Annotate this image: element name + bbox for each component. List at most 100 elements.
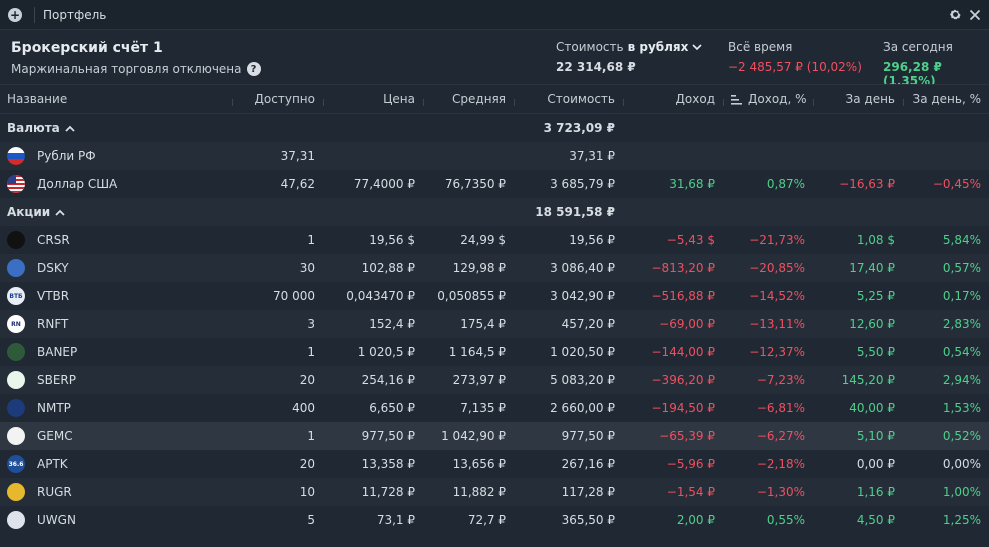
sort-icon: [731, 95, 742, 105]
col-income-pct[interactable]: Доход, %: [723, 92, 813, 106]
table-header: Название Доступно Цена Средняя Стоимость…: [0, 84, 989, 114]
group-row-stocks[interactable]: Акции 18 591,58 ₽: [0, 198, 989, 226]
gear-icon[interactable]: [947, 7, 963, 23]
col-average[interactable]: Средняя: [423, 92, 514, 106]
cost-currency-select[interactable]: Стоимость в рублях: [556, 40, 702, 54]
instrument-name: Доллар США: [37, 177, 118, 191]
table-row[interactable]: BANEP 1 1 020,5 ₽ 1 164,5 ₽ 1 020,50 ₽ −144,0…: [0, 338, 989, 366]
col-day[interactable]: За день: [813, 92, 903, 106]
available-value: 20: [299, 457, 315, 471]
col-name[interactable]: Название: [0, 92, 232, 106]
available-value: 3: [307, 317, 315, 331]
average-value: 24,99 $: [460, 233, 506, 247]
price-value: 0,043470 ₽: [346, 289, 415, 303]
table-row[interactable]: RN RNFT 3 152,4 ₽ 175,4 ₽ 457,20 ₽ −69,00 ₽ −13…: [0, 310, 989, 338]
group-label: Акции: [0, 205, 232, 219]
average-value: 7,135 ₽: [460, 401, 506, 415]
table-row[interactable]: RUGR 10 11,728 ₽ 11,882 ₽ 117,28 ₽ −1,54 ₽ −1,…: [0, 478, 989, 506]
income-pct-value: −7,23%: [756, 373, 805, 387]
table-row[interactable]: GEMC 1 977,50 ₽ 1 042,90 ₽ 977,50 ₽ −65,39 ₽ −…: [0, 422, 989, 450]
widget-title: Портфель: [43, 7, 107, 22]
group-row-currency[interactable]: Валюта 3 723,09 ₽: [0, 114, 989, 142]
rugr-logo-icon: [7, 483, 25, 501]
cost-value: 3 042,90 ₽: [550, 289, 615, 303]
income-value: −5,96 ₽: [666, 457, 715, 471]
income-pct-value: −14,52%: [749, 289, 805, 303]
available-value: 47,62: [280, 177, 315, 191]
average-value: 72,7 ₽: [467, 513, 506, 527]
us-flag-icon: [7, 175, 25, 193]
col-available[interactable]: Доступно: [232, 92, 323, 106]
group-label-text: Акции: [7, 205, 51, 219]
table-row[interactable]: Доллар США 47,62 77,4000 ₽ 76,7350 ₽ 3 6…: [0, 170, 989, 198]
cost-value: 117,28 ₽: [561, 485, 615, 499]
cost-value: 1 020,50 ₽: [550, 345, 615, 359]
table-row[interactable]: ВТБ VTBR 70 000 0,043470 ₽ 0,050855 ₽ 3 042,9…: [0, 282, 989, 310]
table-row[interactable]: SBERP 20 254,16 ₽ 273,97 ₽ 5 083,20 ₽ −396,20…: [0, 366, 989, 394]
cost-value: 5 083,20 ₽: [550, 373, 615, 387]
day-value: 5,50 ₽: [856, 345, 895, 359]
positions-table: Название Доступно Цена Средняя Стоимость…: [0, 84, 989, 534]
cost-value: 977,50 ₽: [561, 429, 615, 443]
col-cost[interactable]: Стоимость: [514, 92, 623, 106]
available-value: 70 000: [273, 289, 315, 303]
instrument-name: GEMC: [37, 429, 73, 443]
income-value: 31,68 ₽: [669, 177, 715, 191]
day-value: 5,10 ₽: [856, 429, 895, 443]
dsky-logo-icon: [7, 259, 25, 277]
account-name[interactable]: Брокерский счёт 1: [11, 40, 163, 56]
average-value: 175,4 ₽: [460, 317, 506, 331]
group-label: Валюта: [0, 121, 232, 135]
margin-status-text: Маржинальная торговля отключена: [11, 62, 242, 76]
income-pct-value: −12,37%: [749, 345, 805, 359]
col-day-pct[interactable]: За день, %: [903, 92, 989, 106]
cost-value: 22 314,68 ₽: [556, 60, 636, 74]
income-pct-value: −2,18%: [756, 457, 805, 471]
day-value: 17,40 ₽: [849, 261, 895, 275]
instrument-name: DSKY: [37, 261, 69, 275]
price-value: 1 020,5 ₽: [357, 345, 415, 359]
day-value: 12,60 ₽: [849, 317, 895, 331]
average-value: 0,050855 ₽: [437, 289, 506, 303]
day-value: 1,16 ₽: [856, 485, 895, 499]
today-label: За сегодня: [883, 40, 953, 54]
price-value: 73,1 ₽: [376, 513, 415, 527]
alltime-label: Всё время: [728, 40, 793, 54]
table-row[interactable]: UWGN 5 73,1 ₽ 72,7 ₽ 365,50 ₽ 2,00 ₽ 0,55% 4,50…: [0, 506, 989, 534]
day-value: 0,00 ₽: [856, 457, 895, 471]
table-row[interactable]: Рубли РФ 37,31 37,31 ₽: [0, 142, 989, 170]
price-value: 19,56 $: [369, 233, 415, 247]
help-icon[interactable]: ?: [246, 62, 261, 76]
instrument-name: CRSR: [37, 233, 70, 247]
income-pct-value: −6,27%: [756, 429, 805, 443]
table-row[interactable]: 36.6 APTK 20 13,358 ₽ 13,656 ₽ 267,16 ₽ −5,96 …: [0, 450, 989, 478]
table-row[interactable]: CRSR 1 19,56 $ 24,99 $ 19,56 ₽ −5,43 $ −21,73%…: [0, 226, 989, 254]
chevron-up-icon[interactable]: [65, 125, 75, 132]
cost-currency: в рублях: [627, 40, 689, 54]
day-value: 1,08 $: [856, 233, 895, 247]
cost-value: 457,20 ₽: [561, 317, 615, 331]
price-value: 13,358 ₽: [361, 457, 415, 471]
chevron-up-icon[interactable]: [55, 209, 65, 216]
average-value: 76,7350 ₽: [444, 177, 506, 191]
stock-rows: CRSR 1 19,56 $ 24,99 $ 19,56 ₽ −5,43 $ −21,73%…: [0, 226, 989, 534]
income-pct-value: −21,73%: [749, 233, 805, 247]
add-widget-icon[interactable]: +: [8, 7, 22, 22]
price-value: 102,88 ₽: [361, 261, 415, 275]
day-pct-value: 0,57%: [942, 261, 981, 275]
available-value: 5: [307, 513, 315, 527]
uwgn-logo-icon: [7, 511, 25, 529]
table-row[interactable]: DSKY 30 102,88 ₽ 129,98 ₽ 3 086,40 ₽ −813,20 …: [0, 254, 989, 282]
col-price[interactable]: Цена: [323, 92, 423, 106]
available-value: 20: [299, 373, 315, 387]
day-value: 145,20 ₽: [841, 373, 895, 387]
table-row[interactable]: NMTP 400 6,650 ₽ 7,135 ₽ 2 660,00 ₽ −194,50 ₽…: [0, 394, 989, 422]
income-value: −396,20 ₽: [651, 373, 716, 387]
close-icon[interactable]: [967, 7, 983, 23]
day-pct-value: 2,83%: [942, 317, 981, 331]
price-value: 77,4000 ₽: [353, 177, 415, 191]
banep-logo-icon: [7, 343, 25, 361]
col-income[interactable]: Доход: [623, 92, 723, 106]
price-value: 6,650 ₽: [369, 401, 415, 415]
instrument-name: RNFT: [37, 317, 69, 331]
